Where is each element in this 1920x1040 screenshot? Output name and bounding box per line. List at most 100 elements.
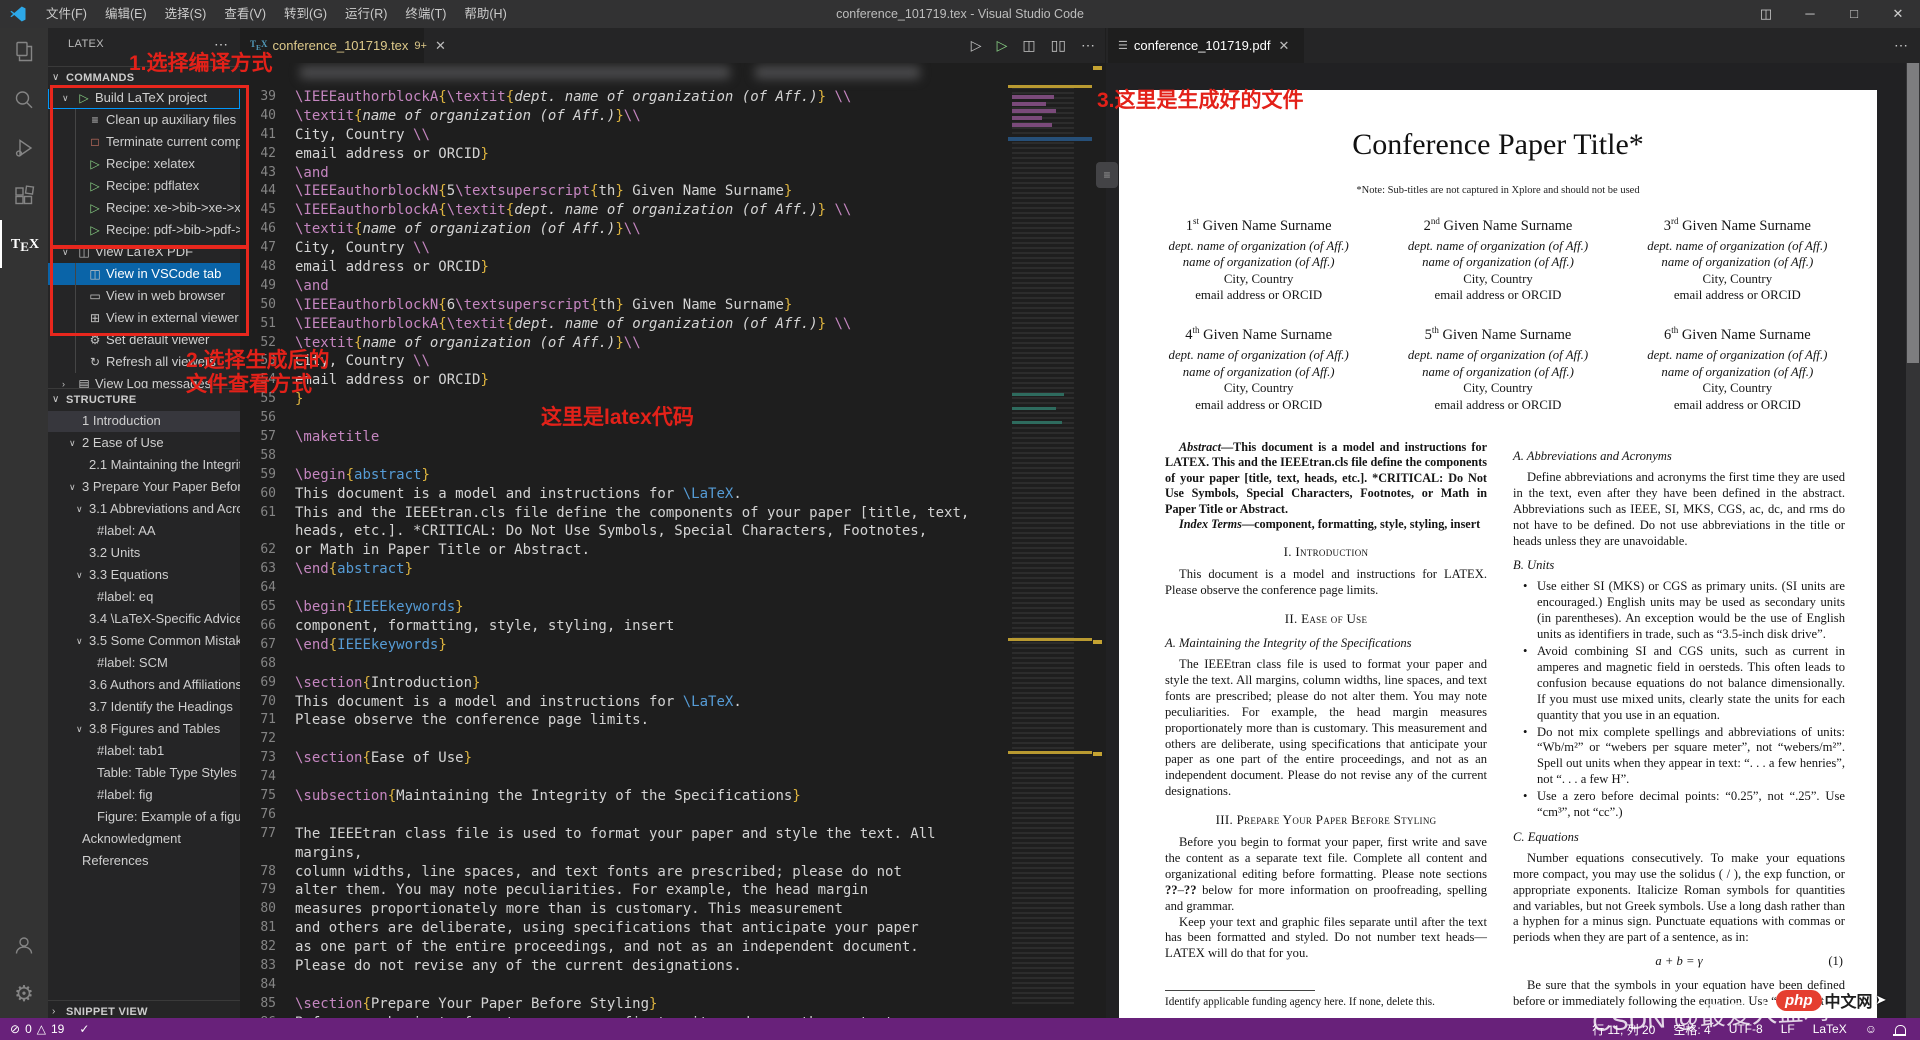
command-item[interactable]: ▷Recipe: pdf->bib->pdf->pdf: [48, 219, 240, 241]
feedback-smiley-icon[interactable]: ☺: [1865, 1022, 1877, 1036]
command-item[interactable]: ⚙Set default viewer: [48, 329, 240, 351]
warnings-icon[interactable]: △: [37, 1022, 46, 1036]
run-icon[interactable]: ▷: [971, 37, 982, 54]
structure-item[interactable]: #label: tab1: [48, 740, 240, 762]
command-item[interactable]: ▷Recipe: xe->bib->xe->xe: [48, 197, 240, 219]
code-line[interactable]: 42email address or ORCID}: [240, 145, 1008, 164]
code-line[interactable]: 68: [240, 655, 1008, 674]
code-line[interactable]: 72: [240, 730, 1008, 749]
structure-item[interactable]: 3.4 \LaTeX-Specific Advice: [48, 608, 240, 630]
notifications-bell-icon[interactable]: [1895, 1025, 1906, 1034]
structure-item[interactable]: 1 Introduction: [48, 410, 240, 432]
tab-close-icon[interactable]: ✕: [435, 38, 446, 54]
structure-item[interactable]: #label: SCM: [48, 652, 240, 674]
code-line[interactable]: 48email address or ORCID}: [240, 258, 1008, 277]
layout-toggle-icon[interactable]: ◫: [1744, 0, 1788, 28]
menu-item[interactable]: 运行(R): [336, 0, 396, 28]
code-line[interactable]: margins,: [240, 844, 1008, 863]
code-line[interactable]: 75\subsection{Maintaining the Integrity …: [240, 787, 1008, 806]
menu-item[interactable]: 文件(F): [37, 0, 96, 28]
command-item[interactable]: ⊞View in external viewer: [48, 307, 240, 329]
commands-section-header[interactable]: ∨ COMMANDS: [48, 66, 240, 89]
panel-more-icon[interactable]: ⋯: [214, 28, 228, 60]
command-item[interactable]: ↻Refresh all viewers: [48, 351, 240, 373]
code-line[interactable]: 59\begin{abstract}: [240, 466, 1008, 485]
pdf-viewer[interactable]: Conference Paper Title* *Note: Sub-title…: [1106, 63, 1920, 1018]
menu-item[interactable]: 转到(G): [275, 0, 336, 28]
code-line[interactable]: 52\textit{name of organization (of Aff.)…: [240, 334, 1008, 353]
code-line[interactable]: 63\end{abstract}: [240, 560, 1008, 579]
code-line[interactable]: 84: [240, 976, 1008, 995]
code-line[interactable]: 54email address or ORCID}: [240, 371, 1008, 390]
close-icon[interactable]: ✕: [1876, 0, 1920, 28]
sash-drag-handle[interactable]: ≡: [1096, 162, 1118, 188]
build-latex-icon[interactable]: ▷: [997, 37, 1008, 54]
search-icon[interactable]: [0, 76, 48, 124]
code-line[interactable]: heads, etc.]. *CRITICAL: Do Not Use Symb…: [240, 522, 1008, 541]
menu-item[interactable]: 终端(T): [396, 0, 455, 28]
structure-item[interactable]: References: [48, 850, 240, 872]
more-actions-icon[interactable]: ⋯: [1894, 37, 1908, 54]
structure-item[interactable]: #label: fig: [48, 784, 240, 806]
command-item[interactable]: ◫View in VSCode tab: [48, 263, 240, 285]
run-debug-icon[interactable]: [0, 124, 48, 172]
structure-item[interactable]: Table: Table Type Styles: [48, 762, 240, 784]
code-line[interactable]: 43\and: [240, 164, 1008, 183]
account-icon[interactable]: [0, 921, 48, 969]
code-line[interactable]: 85\section{Prepare Your Paper Before Sty…: [240, 995, 1008, 1014]
menu-item[interactable]: 选择(S): [156, 0, 216, 28]
structure-item[interactable]: #label: AA: [48, 520, 240, 542]
code-line[interactable]: 78column widths, line spaces, and text f…: [240, 863, 1008, 882]
code-line[interactable]: 55}: [240, 390, 1008, 409]
structure-item[interactable]: 3.7 Identify the Headings: [48, 696, 240, 718]
command-item[interactable]: ▷Recipe: pdflatex: [48, 175, 240, 197]
code-line[interactable]: 73\section{Ease of Use}: [240, 749, 1008, 768]
check-icon[interactable]: ✓: [79, 1022, 89, 1036]
structure-item[interactable]: Figure: Example of a figure ca...: [48, 806, 240, 828]
tab-tex[interactable]: TEX conference_101719.tex 9+ ✕: [240, 28, 424, 63]
code-line[interactable]: 53City, Country \\: [240, 352, 1008, 371]
latex-workshop-icon[interactable]: TEX: [0, 220, 48, 268]
structure-item[interactable]: ∨3.5 Some Common Mistakes: [48, 630, 240, 652]
command-item[interactable]: □Terminate current compilati...: [48, 131, 240, 153]
explorer-icon[interactable]: [0, 28, 48, 76]
code-line[interactable]: 40\textit{name of organization (of Aff.)…: [240, 107, 1008, 126]
split-editor-icon[interactable]: ▯▯: [1051, 37, 1066, 54]
code-line[interactable]: 77The IEEEtran class file is used to for…: [240, 825, 1008, 844]
code-line[interactable]: 74: [240, 768, 1008, 787]
command-item[interactable]: ∨◫View LaTeX PDF: [48, 241, 240, 263]
menu-item[interactable]: 查看(V): [215, 0, 275, 28]
command-item[interactable]: ≡Clean up auxiliary files: [48, 109, 240, 131]
more-actions-icon[interactable]: ⋯: [1081, 37, 1095, 54]
code-line[interactable]: 51\IEEEauthorblockA{\textit{dept. name o…: [240, 315, 1008, 334]
structure-item[interactable]: #label: eq: [48, 586, 240, 608]
code-line[interactable]: 79alter them. You may note peculiarities…: [240, 881, 1008, 900]
code-line[interactable]: 81and others are deliberate, using speci…: [240, 919, 1008, 938]
code-line[interactable]: 80measures proportionately more than is …: [240, 900, 1008, 919]
code-line[interactable]: 83Please do not revise any of the curren…: [240, 957, 1008, 976]
code-line[interactable]: 65\begin{IEEEkeywords}: [240, 598, 1008, 617]
code-line[interactable]: 50\IEEEauthorblockN{6\textsuperscript{th…: [240, 296, 1008, 315]
structure-item[interactable]: ∨3.3 Equations: [48, 564, 240, 586]
structure-item[interactable]: 2.1 Maintaining the Integrity of ...: [48, 454, 240, 476]
structure-item[interactable]: ∨3.8 Figures and Tables: [48, 718, 240, 740]
minimize-icon[interactable]: ─: [1788, 0, 1832, 28]
structure-item[interactable]: 3.6 Authors and Affiliations: [48, 674, 240, 696]
view-pdf-icon[interactable]: ◫: [1022, 37, 1035, 54]
code-line[interactable]: 76: [240, 806, 1008, 825]
code-line[interactable]: 69\section{Introduction}: [240, 674, 1008, 693]
code-line[interactable]: 49\and: [240, 277, 1008, 296]
code-line[interactable]: 41City, Country \\: [240, 126, 1008, 145]
code-line[interactable]: 82as one part of the entire proceedings,…: [240, 938, 1008, 957]
structure-section-header[interactable]: ∨ STRUCTURE: [48, 388, 240, 411]
warnings-count[interactable]: 19: [51, 1022, 64, 1036]
structure-item[interactable]: Acknowledgment: [48, 828, 240, 850]
command-item[interactable]: ▭View in web browser: [48, 285, 240, 307]
structure-item[interactable]: ∨2 Ease of Use: [48, 432, 240, 454]
structure-item[interactable]: ∨3 Prepare Your Paper Before Styli...: [48, 476, 240, 498]
code-editor[interactable]: 39\IEEEauthorblockA{\textit{dept. name o…: [240, 83, 1008, 1018]
code-line[interactable]: 66component, formatting, style, styling,…: [240, 617, 1008, 636]
code-line[interactable]: 45\IEEEauthorblockA{\textit{dept. name o…: [240, 201, 1008, 220]
code-line[interactable]: 58: [240, 447, 1008, 466]
code-line[interactable]: 60This document is a model and instructi…: [240, 485, 1008, 504]
